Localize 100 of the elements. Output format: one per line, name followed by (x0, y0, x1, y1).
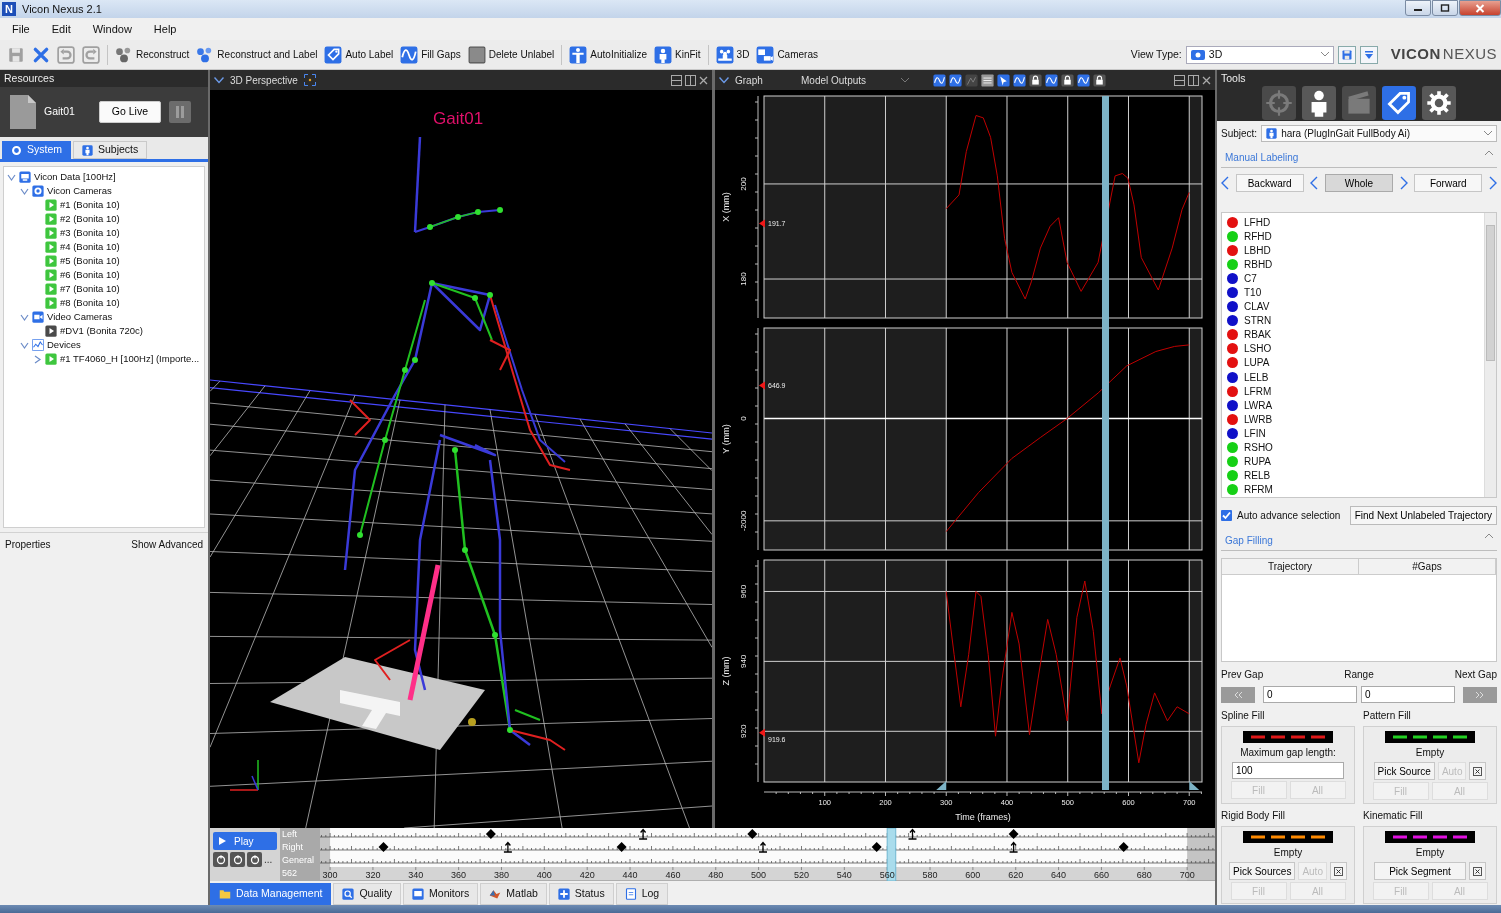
reconstruct-button[interactable]: Reconstruct (112, 43, 193, 66)
tag-icon[interactable] (1382, 85, 1416, 120)
view-menu-button[interactable] (1359, 45, 1378, 64)
marker-label[interactable]: RBHD (1244, 256, 1273, 272)
tree-item[interactable]: #2 (Bonita 10) (60, 211, 120, 227)
tree-item[interactable]: Vicon Data [100Hz] (34, 169, 116, 185)
menu-item[interactable]: Help (153, 20, 177, 38)
foot-strike-icon[interactable] (1118, 842, 1129, 852)
marker-label[interactable]: RFHD (1244, 228, 1272, 244)
foot-strike-icon[interactable] (871, 842, 882, 852)
chevron-icon[interactable] (719, 76, 729, 84)
marker-label[interactable]: LBHD (1244, 242, 1271, 258)
lock-icon[interactable] (1029, 73, 1042, 87)
lock-icon[interactable] (1061, 73, 1074, 87)
tree-item[interactable]: #4 (Bonita 10) (60, 239, 120, 255)
scrollbar[interactable] (1484, 213, 1496, 497)
table-icon[interactable] (981, 73, 994, 87)
marker-label[interactable]: LWRB (1244, 411, 1273, 427)
wave-icon[interactable] (933, 73, 946, 87)
clear-button[interactable] (1329, 862, 1347, 880)
power-button[interactable] (230, 852, 245, 867)
menu-item[interactable]: Window (92, 20, 132, 38)
maximize-button[interactable] (1432, 0, 1458, 16)
marker-label[interactable]: CLAV (1244, 299, 1270, 315)
reconstruct-label-button[interactable]: Reconstruct and Label (193, 43, 321, 66)
marker-label[interactable]: LFRM (1244, 383, 1272, 399)
marker-label[interactable]: LSHO (1244, 341, 1272, 357)
close-button[interactable] (1459, 0, 1501, 16)
expand-icon[interactable] (7, 172, 16, 182)
foot-off-icon[interactable] (503, 841, 513, 853)
tab[interactable]: Subjects (73, 141, 148, 159)
tree-item[interactable]: #7 (Bonita 10) (60, 281, 120, 297)
auto-label-button[interactable]: Auto Label (321, 43, 397, 66)
tree-item[interactable]: #1 (Bonita 10) (60, 197, 120, 213)
layout-icon[interactable] (1174, 74, 1185, 86)
tab[interactable]: Log (615, 883, 669, 905)
tree-item[interactable]: #8 (Bonita 10) (60, 295, 120, 311)
expand-icon[interactable] (20, 312, 29, 322)
repeat-button[interactable] (247, 852, 262, 867)
chevron-icon[interactable] (214, 76, 224, 84)
range-start-field[interactable]: 0 (1263, 686, 1357, 703)
tab[interactable]: Status (548, 883, 614, 905)
foot-strike-icon[interactable] (378, 842, 389, 852)
marker-label[interactable]: RBAK (1244, 327, 1272, 343)
expand-icon[interactable] (20, 186, 29, 196)
range-end-field[interactable]: 0 (1361, 686, 1455, 703)
tab[interactable]: Data Management (210, 883, 332, 905)
marker-label[interactable]: C7 (1244, 270, 1257, 286)
tree-item[interactable]: Video Cameras (47, 309, 113, 325)
tree-item[interactable]: #1 TF4060_H [100Hz] (Importe... (60, 351, 200, 367)
gear-icon[interactable] (1422, 85, 1456, 120)
find-next-button[interactable]: Find Next Unlabeled Trajectory (1349, 506, 1497, 525)
wave-icon[interactable] (1077, 73, 1090, 87)
foot-strike-icon[interactable] (616, 842, 627, 852)
gap-length-field[interactable]: 100 (1232, 762, 1344, 779)
kinfit-button[interactable]: KinFit (651, 43, 704, 66)
marker-label[interactable]: LELB (1244, 369, 1269, 385)
marker-label[interactable]: LFIN (1244, 425, 1266, 441)
tab[interactable]: System (2, 141, 71, 159)
marker-label[interactable]: LWRA (1244, 397, 1273, 413)
marker-label[interactable]: LFHD (1244, 214, 1271, 230)
cameras-button[interactable]: Cameras (753, 43, 821, 66)
tab[interactable]: Matlab (480, 883, 547, 905)
go-live-button[interactable]: Go Live (98, 101, 161, 123)
fill-gaps-button[interactable]: Fill Gaps (397, 43, 464, 66)
foot-off-icon[interactable] (1008, 841, 1019, 853)
tree-item[interactable]: #6 (Bonita 10) (60, 267, 120, 283)
wave-icon[interactable] (949, 73, 962, 87)
wave-icon[interactable] (1045, 73, 1058, 87)
tree-item[interactable]: #5 (Bonita 10) (60, 253, 120, 269)
menu-item[interactable]: File (12, 20, 30, 38)
pick-button[interactable]: Pick Source (1373, 762, 1435, 780)
split-icon[interactable] (1188, 74, 1199, 86)
more-button[interactable]: ... (264, 852, 273, 867)
marker-label[interactable]: LUPA (1244, 355, 1270, 371)
close-icon[interactable] (699, 75, 708, 85)
collapse-icon[interactable] (1485, 150, 1493, 155)
marker-label[interactable]: RUPA (1244, 454, 1272, 470)
pick-button[interactable]: Pick Sources (1229, 862, 1296, 880)
tree-item[interactable]: Vicon Cameras (47, 183, 112, 199)
tree-item[interactable]: #DV1 (Bonita 720c) (60, 323, 143, 339)
chevron-left-icon[interactable] (1221, 176, 1229, 190)
close-icon[interactable] (1202, 75, 1211, 85)
marker-label[interactable]: RFRM (1244, 482, 1273, 498)
menu-item[interactable]: Edit (51, 20, 71, 38)
person-icon[interactable] (1302, 85, 1336, 120)
cursor-icon[interactable] (997, 73, 1010, 87)
show-advanced-link[interactable]: Show Advanced (131, 537, 203, 552)
minimize-button[interactable] (1405, 0, 1431, 16)
marker-label[interactable]: STRN (1244, 313, 1272, 329)
nav-button[interactable]: Forward (1414, 174, 1483, 192)
tab[interactable]: Monitors (403, 883, 479, 905)
split-icon[interactable] (685, 74, 696, 86)
clear-button[interactable] (1469, 762, 1487, 780)
chevron-left-icon[interactable] (1310, 176, 1319, 190)
foot-off-icon[interactable] (638, 828, 648, 840)
tab[interactable]: Quality (333, 883, 402, 905)
clear-button[interactable] (1469, 862, 1486, 880)
nav-button[interactable]: Backward (1235, 174, 1304, 192)
chevron-right-icon[interactable] (1488, 176, 1497, 190)
